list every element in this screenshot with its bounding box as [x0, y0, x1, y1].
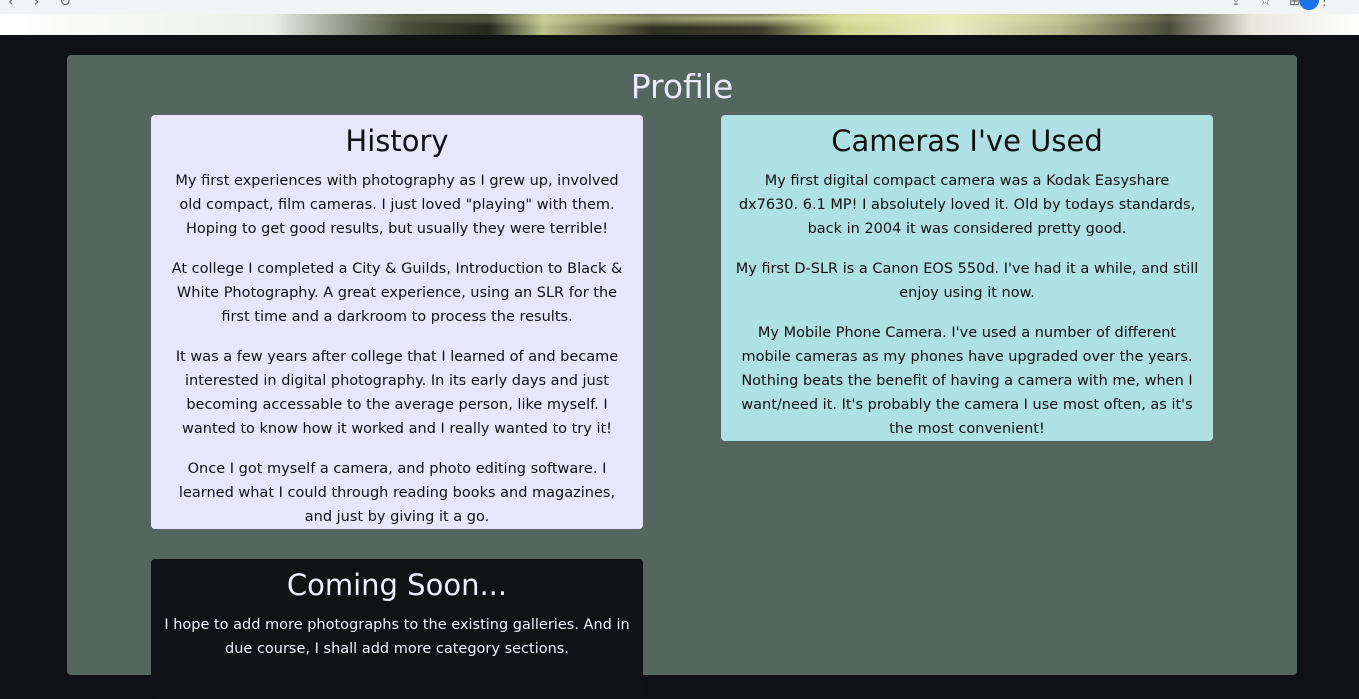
cameras-heading: Cameras I've Used	[831, 124, 1103, 158]
cameras-paragraph: My Mobile Phone Camera. I've used a numb…	[741, 325, 1193, 437]
page-title: Profile	[630, 67, 734, 106]
history-paragraph: Once I got myself a camera, and photo ed…	[178, 461, 616, 525]
cameras-paragraph: My first D-SLR is a Canon EOS 550d. I've…	[735, 261, 1199, 301]
history-heading: History	[345, 124, 449, 158]
browser-toolbar-icons[interactable]: ⇪☆⊞⋮	[1231, 0, 1349, 9]
history-paragraph: My first experiences with photography as…	[175, 173, 619, 237]
coming-soon-paragraph: I hope to add more photographs to the ex…	[164, 617, 630, 657]
history-card: History My first experiences with photog…	[151, 115, 643, 529]
cameras-paragraph: My first digital compact camera was a Ko…	[738, 173, 1196, 237]
hero-image-highlight	[0, 14, 1359, 35]
browser-nav-icons[interactable]: ‹›↻	[8, 0, 91, 10]
profile-panel: Profile History My first experiences wit…	[67, 55, 1297, 699]
hero-image	[0, 14, 1359, 35]
history-paragraph: At college I completed a City & Guilds, …	[171, 261, 623, 325]
coming-soon-heading: Coming Soon...	[286, 568, 508, 602]
browser-toolbar: ‹›↻ ⇪☆⊞⋮	[0, 0, 1359, 14]
history-paragraph: It was a few years after college that I …	[175, 349, 619, 437]
coming-soon-card: Coming Soon... I hope to add more photog…	[151, 559, 643, 699]
cameras-card: Cameras I've Used My first digital compa…	[721, 115, 1213, 441]
